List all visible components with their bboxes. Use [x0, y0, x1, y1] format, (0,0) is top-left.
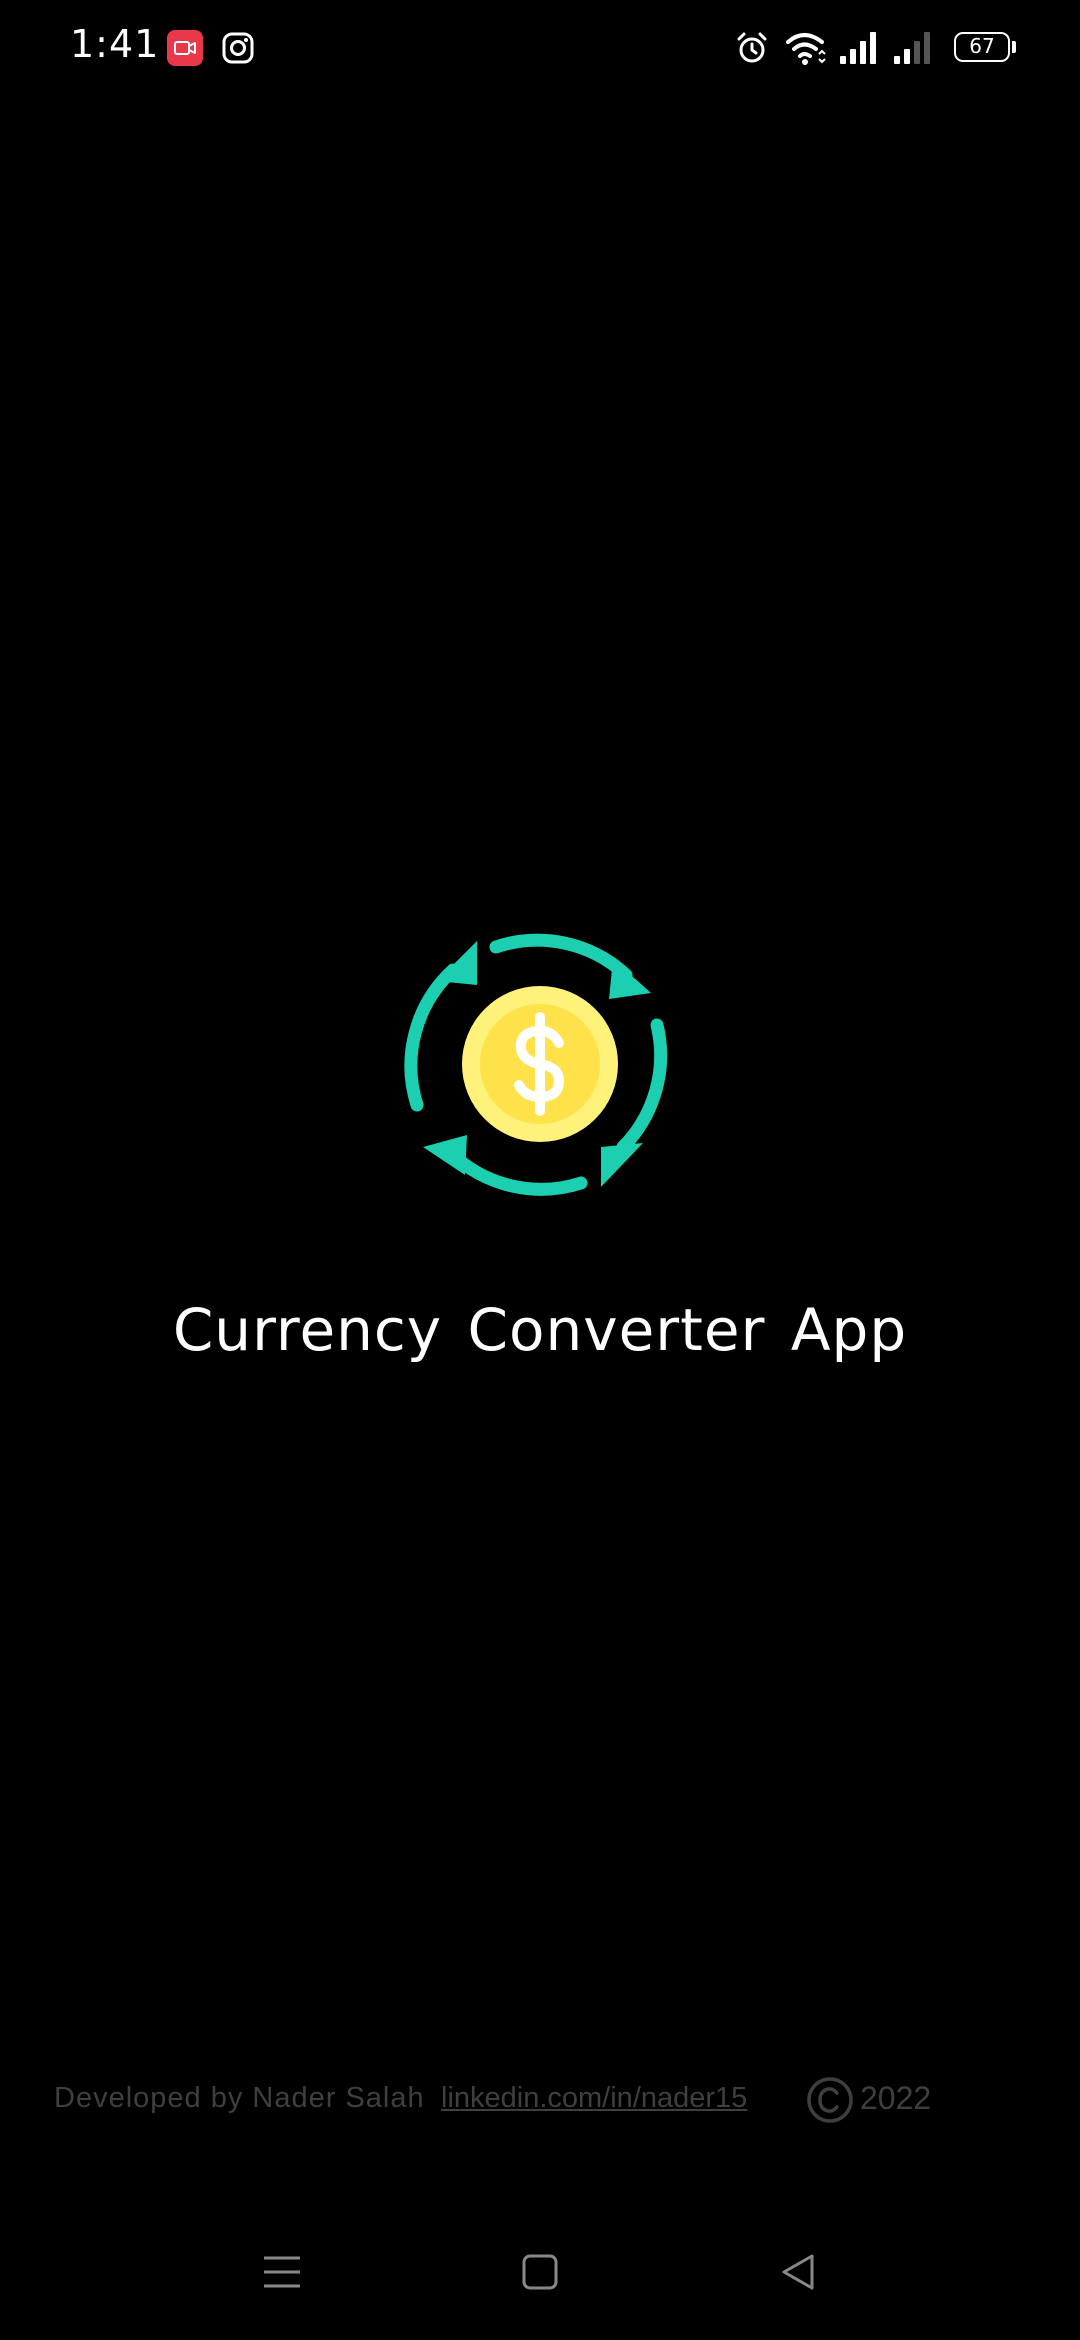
status-bar: 1:41 67 [0, 0, 1080, 96]
signal-icon [892, 30, 936, 66]
alarm-icon [734, 30, 770, 66]
linkedin-link[interactable]: linkedin.com/in/nader15 [441, 2082, 747, 2115]
signal-icon [838, 30, 878, 66]
developer-credit: Developed by Nader Salah [54, 2082, 425, 2114]
navigation-bar [0, 2220, 1080, 2340]
battery-indicator: 67 [954, 32, 1010, 62]
screen-recorder-icon [167, 30, 203, 66]
currency-exchange-icon [401, 925, 679, 1203]
home-icon[interactable] [522, 2254, 558, 2290]
back-icon[interactable] [778, 2252, 818, 2292]
battery-tip [1012, 41, 1016, 53]
menu-icon[interactable] [262, 2254, 302, 2290]
status-time: 1:41 [70, 22, 160, 66]
copyright-icon [806, 2076, 854, 2124]
wifi-icon [784, 28, 828, 68]
app-title: Currency Converter App [172, 1296, 908, 1364]
instagram-icon [221, 31, 255, 65]
footer: Developed by Nader Salah linkedin.com/in… [0, 2074, 1080, 2126]
copyright-year: 2022 [860, 2080, 932, 2116]
